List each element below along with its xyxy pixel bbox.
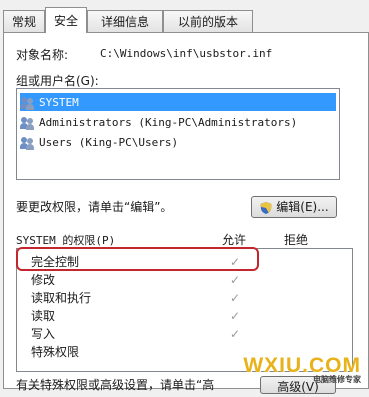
permission-modify: 修改	[31, 273, 56, 287]
user-name: Administrators (King-PC\Administrators)	[39, 116, 298, 129]
user-name: Users (King-PC\Users)	[39, 136, 179, 149]
user-name: SYSTEM	[39, 96, 79, 109]
users-icon	[20, 116, 36, 130]
permission-special: 特殊权限	[31, 345, 80, 359]
panel-content: 对象名称: C:\Windows\inf\usbstor.inf 组或用户名(G…	[0, 0, 369, 394]
uac-shield-icon	[260, 201, 272, 214]
check-icon: ✓	[230, 273, 241, 287]
permission-read: 读取	[31, 309, 56, 323]
edit-hint: 要更改权限，请单击“编辑”。	[16, 200, 173, 214]
user-list[interactable]: SYSTEM Administrators (King-PC\Administr…	[16, 88, 340, 180]
advanced-hint: 有关特殊权限或高级设置，请单击“高	[16, 378, 215, 392]
check-icon: ✓	[230, 291, 241, 305]
users-icon	[20, 136, 36, 150]
permissions-header: SYSTEM 的权限(P)	[16, 234, 116, 247]
edit-button[interactable]: 编辑(E)...	[251, 196, 337, 218]
list-item-administrators[interactable]: Administrators (King-PC\Administrators)	[20, 113, 336, 131]
users-icon	[20, 96, 36, 110]
check-icon: ✓	[230, 327, 241, 341]
object-name-label: 对象名称:	[16, 48, 69, 62]
full-control-highlight	[16, 247, 259, 271]
site-watermark: WXIU.COM 电脑维修专家	[243, 354, 361, 385]
permission-read-execute: 读取和执行	[31, 291, 92, 305]
check-icon: ✓	[230, 309, 241, 323]
edit-button-label: 编辑(E)...	[276, 200, 329, 214]
allow-column-header: 允许	[222, 233, 247, 247]
group-or-user-label: 组或用户名(G):	[16, 74, 99, 88]
permission-write: 写入	[31, 327, 56, 341]
deny-column-header: 拒绝	[284, 233, 309, 247]
list-item-users[interactable]: Users (King-PC\Users)	[20, 133, 336, 151]
object-name-value: C:\Windows\inf\usbstor.inf	[100, 47, 273, 60]
list-item-system[interactable]: SYSTEM	[20, 93, 336, 111]
